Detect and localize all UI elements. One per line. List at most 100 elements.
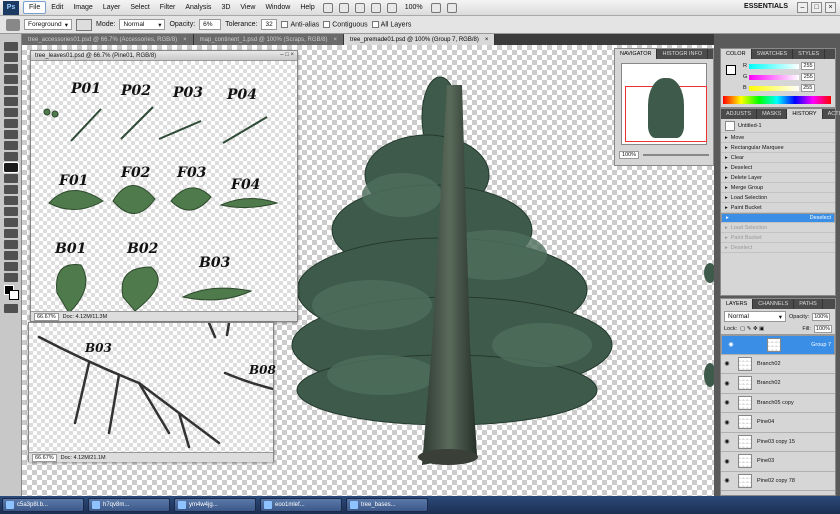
menu-help[interactable]: Help	[295, 2, 319, 13]
menu-file[interactable]: File	[23, 1, 47, 14]
tab-adjustments[interactable]: ADJUSTS	[721, 109, 758, 119]
history-item[interactable]: ▸ Clear	[721, 153, 835, 163]
close-button[interactable]: ×	[825, 2, 836, 13]
menu-window[interactable]: Window	[260, 2, 295, 13]
color-spectrum[interactable]	[723, 96, 831, 104]
tab-paths[interactable]: PATHS	[794, 299, 823, 309]
layer-row[interactable]: ◉ Branch05 copy	[721, 394, 835, 413]
blend-mode-select[interactable]: Normal ▾	[724, 311, 786, 322]
blue-slider[interactable]	[748, 85, 799, 91]
tab-styles[interactable]: STYLES	[793, 49, 826, 59]
layer-row[interactable]: ◉ Pine03 copy 15	[721, 433, 835, 452]
move-tool-icon[interactable]	[4, 42, 18, 51]
mode-select[interactable]: Normal ▾	[119, 19, 166, 30]
blue-value[interactable]: 255	[800, 84, 815, 92]
green-value[interactable]: 255	[801, 73, 816, 81]
menu-analysis[interactable]: Analysis	[180, 2, 216, 13]
tab-color[interactable]: COLOR	[721, 49, 752, 59]
visibility-eye-icon[interactable]: ◉	[721, 360, 733, 367]
menu-edit[interactable]: Edit	[46, 2, 68, 13]
blur-tool-icon[interactable]	[4, 174, 18, 183]
paint-bucket-tool-icon[interactable]	[3, 162, 19, 173]
opacity-input[interactable]: 6%	[199, 19, 222, 30]
history-item[interactable]: ▸ Rectangular Marquee	[721, 143, 835, 153]
visibility-eye-icon[interactable]: ◉	[721, 380, 733, 387]
quick-mask-icon[interactable]	[4, 304, 18, 313]
hand-tool-icon[interactable]	[354, 2, 365, 13]
tolerance-input[interactable]: 32	[261, 19, 278, 30]
tab-histogram-info[interactable]: HISTOGR INFO	[657, 49, 709, 59]
menu-image[interactable]: Image	[68, 2, 97, 13]
history-item[interactable]: ▸ Deselect	[721, 213, 835, 223]
taskbar-item[interactable]: h7qv8m...	[88, 498, 170, 512]
anti-alias-checkbox[interactable]: Anti-alias	[281, 20, 319, 28]
tab-actions[interactable]: ACTIONS	[823, 109, 840, 119]
visibility-eye-icon[interactable]: ◉	[725, 341, 737, 348]
window-title-bar[interactable]: tree_leaves01.psd @ 66.7% (Pine01, RGB/8…	[31, 51, 297, 61]
layer-row[interactable]: ◉ Pine04	[721, 413, 835, 433]
tab-masks[interactable]: MASKS	[757, 109, 788, 119]
layer-row[interactable]: ◉ Pine03	[721, 452, 835, 472]
paint-bucket-tool-icon[interactable]	[6, 18, 20, 31]
history-item[interactable]: ▸ Move	[721, 133, 835, 143]
layer-row[interactable]: ◉ Pine02 copy 78	[721, 472, 835, 491]
tab-tree-accessories[interactable]: tree_accessories01.psd @ 66.7% (Accessor…	[22, 34, 194, 45]
tab-swatches[interactable]: SWATCHES	[752, 49, 794, 59]
3d-rotate-tool-icon[interactable]	[4, 240, 18, 249]
3d-orbit-tool-icon[interactable]	[4, 251, 18, 260]
visibility-eye-icon[interactable]: ◉	[721, 399, 733, 406]
doc-size[interactable]: Doc: 4.12M/11.3M	[63, 314, 108, 320]
menu-3d[interactable]: 3D	[216, 2, 235, 13]
all-layers-checkbox[interactable]: All Layers	[371, 20, 411, 28]
menu-layer[interactable]: Layer	[98, 2, 126, 13]
eyedropper-tool-icon[interactable]	[4, 97, 18, 106]
hand-tool-icon[interactable]	[4, 262, 18, 271]
history-snapshot[interactable]: Untitled-1	[721, 119, 835, 133]
history-item[interactable]: ▸ Deselect	[721, 243, 835, 253]
window-buttons[interactable]: – □ ×	[280, 52, 294, 58]
tab-map-continent[interactable]: map_continent_1.psd @ 100% (Scraps, RGB/…	[193, 34, 345, 45]
color-swatches[interactable]	[2, 285, 19, 301]
menu-select[interactable]: Select	[125, 2, 154, 13]
layer-row[interactable]: ◉ Branch02	[721, 374, 835, 394]
clone-stamp-tool-icon[interactable]	[4, 130, 18, 139]
fill-input[interactable]: 100%	[813, 325, 832, 333]
pattern-swatch[interactable]	[76, 18, 92, 31]
taskbar-item[interactable]: ym4w4jg...	[174, 498, 256, 512]
history-item[interactable]: ▸ Load Selection	[721, 193, 835, 203]
close-icon[interactable]: ×	[183, 37, 187, 43]
crop-tool-icon[interactable]	[4, 86, 18, 95]
tab-channels[interactable]: CHANNELS	[753, 299, 795, 309]
taskbar-item[interactable]: c5a3p8l.b...	[2, 498, 84, 512]
visibility-eye-icon[interactable]: ◉	[721, 438, 733, 445]
eraser-tool-icon[interactable]	[4, 152, 18, 161]
contiguous-checkbox[interactable]: Contiguous	[323, 20, 368, 28]
foreground-color-swatch[interactable]	[726, 65, 736, 75]
close-icon[interactable]: ×	[485, 37, 489, 43]
doc-size[interactable]: Doc: 4.12M/21.1M	[61, 455, 106, 461]
fill-source-select[interactable]: Foreground ▾	[24, 19, 72, 30]
close-icon[interactable]: ×	[334, 37, 338, 43]
history-item[interactable]: ▸ Load Selection	[721, 223, 835, 233]
workspace-switcher[interactable]: ESSENTIALS	[744, 3, 788, 10]
tab-navigator[interactable]: NAVIGATOR	[615, 49, 658, 59]
menu-filter[interactable]: Filter	[155, 2, 181, 13]
history-item[interactable]: ▸ Paint Bucket	[721, 203, 835, 213]
zoom-tool-icon[interactable]	[4, 273, 18, 282]
green-slider[interactable]	[749, 74, 800, 80]
minimize-button[interactable]: –	[797, 2, 808, 13]
branches-document-window[interactable]: B03 B08 66.67% Doc: 4.12M/21.1M	[28, 322, 276, 462]
navigator-preview[interactable]	[621, 63, 707, 145]
menu-view[interactable]: View	[235, 2, 260, 13]
screen-mode-icon[interactable]	[446, 2, 457, 13]
leaves-canvas[interactable]: P01 P02 P03 P04 F01 F02 F03 F04 B01 B02 …	[31, 61, 297, 311]
maximize-button[interactable]: □	[811, 2, 822, 13]
dodge-tool-icon[interactable]	[4, 185, 18, 194]
visibility-eye-icon[interactable]: ◉	[721, 477, 733, 484]
branches-canvas[interactable]: B03 B08	[29, 323, 276, 452]
tab-layers[interactable]: LAYERS	[721, 299, 754, 309]
history-item[interactable]: ▸ Delete Layer	[721, 173, 835, 183]
layer-opacity-input[interactable]: 100%	[812, 312, 831, 321]
navigator-zoom-slider[interactable]	[643, 154, 709, 156]
rotate-view-icon[interactable]	[386, 2, 397, 13]
